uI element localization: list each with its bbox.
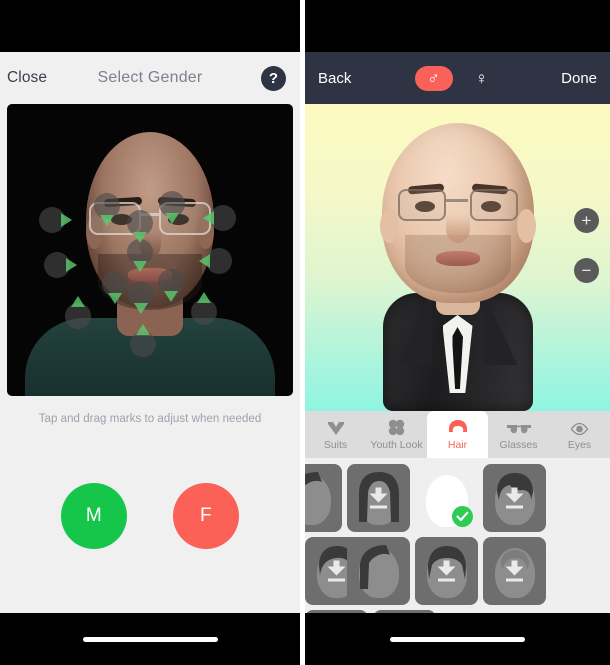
check-icon: [452, 506, 473, 527]
gender-toggle: ♂ ♀: [414, 65, 501, 91]
question-mark-circle-icon[interactable]: ?: [261, 65, 286, 91]
tab-glasses[interactable]: Glasses: [488, 411, 549, 458]
face-marker[interactable]: [128, 281, 154, 314]
left-phone-screenshot: Close Select Gender ? Tap and drag marks…: [0, 0, 300, 665]
tab-glasses-label: Glasses: [499, 438, 538, 451]
venus-icon[interactable]: ♀: [463, 66, 501, 91]
screenshot-root: Close Select Gender ? Tap and drag marks…: [0, 0, 610, 665]
adjust-hint-text: Tap and drag marks to adjust when needed: [38, 413, 262, 425]
face-marker[interactable]: [130, 324, 156, 357]
download-icon: [437, 560, 456, 582]
male-button[interactable]: M: [61, 483, 127, 549]
face-marker[interactable]: [102, 271, 128, 304]
hair-thumbnail-buzz[interactable]: [483, 537, 546, 605]
home-indicator[interactable]: [390, 636, 525, 642]
tab-hair-label: Hair: [447, 438, 468, 451]
face-marker[interactable]: [158, 269, 184, 302]
home-indicator-area-left: [0, 613, 300, 665]
download-icon: [505, 487, 524, 509]
download-icon: [505, 560, 524, 582]
avatar-figure[interactable]: [370, 121, 546, 411]
zoom-out-button[interactable]: −: [574, 258, 599, 283]
avatar-editor-screen: Back ♂ ♀ Done + − Suits Youth Look Hair …: [305, 52, 610, 613]
status-bar-area-left: [0, 0, 300, 52]
download-icon: [369, 487, 388, 509]
face-marker[interactable]: [159, 191, 185, 224]
zoom-controls: + −: [574, 208, 599, 283]
hair-thumbnail-short-parted[interactable]: [483, 464, 546, 532]
gender-select-row: M F: [0, 425, 300, 613]
tab-youth-look[interactable]: Youth Look: [366, 411, 427, 458]
face-marker[interactable]: [203, 205, 236, 231]
face-marker[interactable]: [199, 248, 232, 274]
female-button-label: F: [200, 505, 212, 526]
tab-suits[interactable]: Suits: [305, 411, 366, 458]
hair-silhouette: [359, 545, 390, 589]
sunglasses-icon: [506, 419, 531, 436]
hair-thumbnail-bowl-cut[interactable]: [415, 537, 478, 605]
hair-thumbnail-long-straight[interactable]: [347, 464, 410, 532]
right-phone-screenshot: Back ♂ ♀ Done + − Suits Youth Look Hair …: [305, 0, 610, 665]
tab-eyes-label: Eyes: [567, 438, 592, 451]
hair-thumbnail-partial-left-2[interactable]: [347, 537, 410, 605]
done-button[interactable]: Done: [561, 70, 597, 87]
hair-thumbnail-partial-left[interactable]: [305, 464, 342, 532]
face-marker[interactable]: [191, 292, 217, 325]
zoom-in-button[interactable]: +: [574, 208, 599, 233]
select-gender-screen: Close Select Gender ? Tap and drag marks…: [0, 52, 300, 613]
face-marker[interactable]: [94, 193, 120, 226]
face-marker[interactable]: [65, 296, 91, 329]
avatar-head: [379, 123, 536, 303]
tab-hair[interactable]: Hair: [427, 411, 488, 458]
plus-icon: +: [581, 211, 592, 230]
photo-container: [0, 104, 300, 396]
hair-silhouette: [305, 472, 322, 485]
home-indicator-area-right: [305, 613, 610, 665]
hair-thumbnail-grid: [305, 458, 610, 613]
avatar-stage[interactable]: + −: [305, 104, 610, 411]
avatar-glasses-icon: [396, 189, 520, 223]
left-nav-bar: Close Select Gender ?: [0, 52, 300, 104]
status-bar-area-right: [305, 0, 610, 52]
eye-icon: [570, 419, 589, 436]
tab-youth-look-label: Youth Look: [370, 438, 423, 451]
mars-icon[interactable]: ♂: [414, 65, 453, 91]
right-nav-bar: Back ♂ ♀ Done: [305, 52, 610, 104]
home-indicator[interactable]: [82, 636, 218, 642]
back-button[interactable]: Back: [318, 70, 351, 87]
female-button[interactable]: F: [173, 483, 239, 549]
hair-thumbnail-none[interactable]: [415, 464, 478, 532]
bowtie-icon: [325, 419, 347, 436]
face-marker[interactable]: [39, 207, 72, 233]
close-button[interactable]: Close: [7, 69, 47, 87]
tab-suits-label: Suits: [323, 438, 348, 451]
face-marker[interactable]: [44, 252, 77, 278]
male-button-label: M: [85, 505, 103, 526]
clover-icon: [388, 419, 405, 436]
tab-eyes[interactable]: Eyes: [549, 411, 610, 458]
download-icon: [327, 560, 346, 582]
face-marker[interactable]: [127, 210, 153, 243]
category-tab-bar: Suits Youth Look Hair Glasses Eyes: [305, 411, 610, 458]
minus-icon: −: [581, 261, 592, 280]
wig-icon: [448, 419, 468, 436]
face-photo[interactable]: [7, 104, 293, 396]
